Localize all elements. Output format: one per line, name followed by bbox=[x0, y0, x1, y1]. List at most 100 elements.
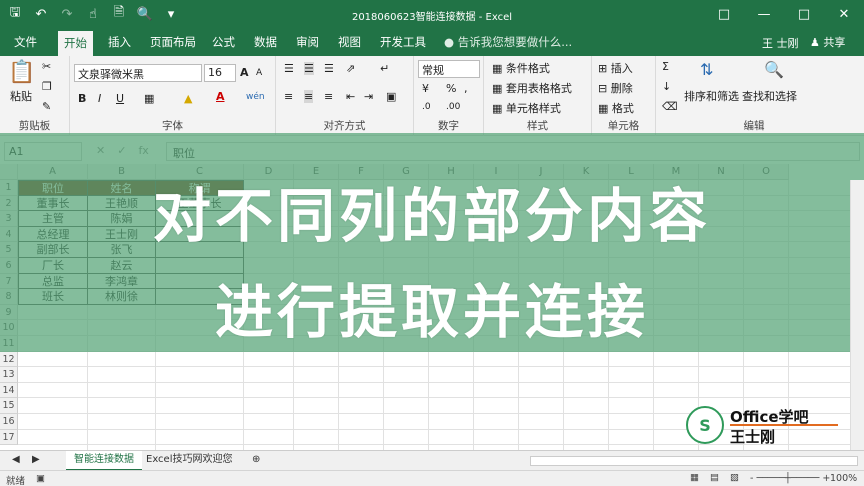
page-break-view-icon[interactable]: ▧ bbox=[730, 472, 739, 483]
row-header-12[interactable]: 12 bbox=[0, 351, 18, 368]
clear-icon[interactable]: ⌫ bbox=[662, 100, 678, 113]
sheet-tab-bar: ◀ ▶ 智能连接数据 Excel技巧网欢迎您 ⊕ bbox=[0, 450, 864, 471]
percent-icon[interactable]: % bbox=[446, 82, 456, 95]
close-icon[interactable]: ✕ bbox=[824, 0, 864, 28]
page-layout-view-icon[interactable]: ▤ bbox=[710, 472, 719, 483]
tab-review[interactable]: 审阅 bbox=[296, 34, 319, 50]
format-cells-button[interactable]: ▦ 格式 bbox=[598, 100, 634, 116]
minimize-icon[interactable]: — bbox=[744, 0, 784, 28]
sort-filter-button[interactable]: 排序和筛选 bbox=[684, 88, 739, 104]
align-center-icon[interactable]: ≡ bbox=[304, 90, 314, 103]
font-name-select[interactable]: 文泉驿微米黑 bbox=[74, 64, 202, 82]
bold-button[interactable]: B bbox=[78, 92, 86, 105]
status-bar: 就绪 ▣ ▦ ▤ ▧ - ─────┼───── + 100% bbox=[0, 470, 864, 486]
number-group: 常规 ¥ % , .0 .00 数字 bbox=[414, 56, 484, 136]
sheet-tab-2[interactable]: Excel技巧网欢迎您 bbox=[138, 451, 241, 471]
tab-formulas[interactable]: 公式 bbox=[212, 34, 235, 50]
format-as-table-button[interactable]: ▦ 套用表格格式 bbox=[492, 80, 572, 96]
grow-font-button[interactable]: A bbox=[240, 66, 249, 79]
macro-record-icon[interactable]: ▣ bbox=[36, 473, 45, 484]
tab-data[interactable]: 数据 bbox=[254, 34, 277, 50]
italic-button[interactable]: I bbox=[98, 92, 101, 105]
styles-group: ▦ 条件格式 ▦ 套用表格格式 ▦ 单元格样式 样式 bbox=[484, 56, 592, 136]
decrease-indent-icon[interactable]: ⇤ bbox=[346, 90, 355, 103]
wrap-text-icon[interactable]: ↵ bbox=[380, 62, 389, 75]
paste-button[interactable]: 粘贴 bbox=[10, 88, 32, 104]
align-middle-icon[interactable]: ☰ bbox=[304, 62, 314, 75]
tab-home[interactable]: 开始 bbox=[58, 31, 93, 56]
tab-insert[interactable]: 插入 bbox=[108, 34, 131, 50]
conditional-format-label: 条件格式 bbox=[505, 62, 550, 75]
normal-view-icon[interactable]: ▦ bbox=[690, 472, 699, 483]
find-select-button[interactable]: 查找和选择 bbox=[742, 88, 797, 104]
align-bottom-icon[interactable]: ☰ bbox=[324, 62, 334, 75]
font-group: 文泉驿微米黑 16 A A B I U ▦ ▲ A wén 字体 bbox=[70, 56, 276, 136]
number-format-select[interactable]: 常规 bbox=[418, 60, 480, 78]
tab-view[interactable]: 视图 bbox=[338, 34, 361, 50]
cell-styles-label: 单元格样式 bbox=[505, 102, 561, 115]
fill-icon[interactable]: ↓ bbox=[662, 80, 671, 93]
orientation-icon[interactable]: ⇗ bbox=[346, 62, 355, 75]
cell-styles-button[interactable]: ▦ 单元格样式 bbox=[492, 100, 561, 116]
tell-me-box[interactable]: ● 告诉我您想要做什么... bbox=[444, 34, 572, 50]
align-top-icon[interactable]: ☰ bbox=[284, 62, 294, 75]
insert-cells-button[interactable]: ⊞ 插入 bbox=[598, 60, 633, 76]
tab-developer[interactable]: 开发工具 bbox=[380, 34, 426, 50]
paste-icon[interactable]: 📋 bbox=[8, 60, 35, 85]
find-select-icon[interactable]: 🔍 bbox=[764, 60, 784, 79]
underline-button[interactable]: U bbox=[116, 92, 124, 105]
format-cells-label: 格式 bbox=[611, 102, 634, 115]
sheet-tab-active[interactable]: 智能连接数据 bbox=[66, 451, 142, 471]
merge-center-icon[interactable]: ▣ bbox=[386, 90, 396, 103]
tab-file[interactable]: 文件 bbox=[14, 34, 37, 50]
tab-page-layout[interactable]: 页面布局 bbox=[150, 34, 196, 50]
insert-cells-icon: ⊞ bbox=[598, 61, 611, 75]
align-right-icon[interactable]: ≡ bbox=[324, 90, 333, 103]
row-header-15[interactable]: 15 bbox=[0, 398, 18, 414]
excel-window: 🖫 ↶ ↷ ☝ 🗎 🔍 ▾ 2018060623智能连接数据 - Excel □… bbox=[0, 0, 864, 486]
share-button[interactable]: ♟ 共享 bbox=[810, 34, 845, 50]
zoom-slider[interactable]: - ─────┼───── + bbox=[750, 473, 830, 484]
conditional-format-button[interactable]: ▦ 条件格式 bbox=[492, 60, 550, 76]
sort-filter-icon[interactable]: ⇅ bbox=[700, 60, 713, 79]
copy-icon[interactable]: ❐ bbox=[42, 80, 52, 93]
increase-indent-icon[interactable]: ⇥ bbox=[364, 90, 373, 103]
user-name[interactable]: 王 士刚 bbox=[762, 35, 799, 51]
vertical-scrollbar[interactable] bbox=[850, 180, 864, 450]
shrink-font-button[interactable]: A bbox=[256, 68, 262, 78]
insert-cells-label: 插入 bbox=[610, 62, 633, 75]
zoom-level[interactable]: 100% bbox=[830, 473, 857, 484]
share-label: 共享 bbox=[823, 36, 846, 49]
cut-icon[interactable]: ✂ bbox=[42, 60, 51, 73]
comma-style-icon[interactable]: , bbox=[464, 82, 468, 95]
ribbon-display-icon[interactable]: □ bbox=[704, 0, 744, 28]
border-icon[interactable]: ▦ bbox=[144, 92, 154, 105]
format-painter-icon[interactable]: ✎ bbox=[42, 100, 51, 113]
row-header-17[interactable]: 17 bbox=[0, 429, 18, 446]
row-header-16[interactable]: 16 bbox=[0, 414, 18, 430]
delete-cells-icon: ⊟ bbox=[598, 81, 611, 95]
format-as-table-label: 套用表格格式 bbox=[505, 82, 572, 95]
cells-label: 单元格 bbox=[607, 120, 640, 132]
row-header-13[interactable]: 13 bbox=[0, 367, 18, 383]
currency-icon[interactable]: ¥ bbox=[422, 82, 429, 95]
add-sheet-icon[interactable]: ⊕ bbox=[244, 451, 268, 471]
row-header-14[interactable]: 14 bbox=[0, 382, 18, 399]
horizontal-scrollbar[interactable] bbox=[530, 456, 858, 466]
delete-cells-button[interactable]: ⊟ 删除 bbox=[598, 80, 633, 96]
align-left-icon[interactable]: ≡ bbox=[284, 90, 293, 103]
autosum-icon[interactable]: Σ bbox=[662, 60, 669, 73]
window-controls: □ — □ ✕ bbox=[704, 0, 864, 28]
status-ready: 就绪 bbox=[6, 476, 26, 486]
decrease-decimal-icon[interactable]: .00 bbox=[446, 102, 460, 112]
font-size-select[interactable]: 16 bbox=[204, 64, 236, 82]
increase-decimal-icon[interactable]: .0 bbox=[422, 102, 431, 112]
maximize-icon[interactable]: □ bbox=[784, 0, 824, 28]
next-sheet-icon[interactable]: ▶ bbox=[24, 451, 48, 471]
phonetic-button[interactable]: wén bbox=[246, 92, 265, 102]
number-label: 数字 bbox=[438, 120, 459, 132]
font-label: 字体 bbox=[162, 120, 183, 132]
conditional-format-icon: ▦ bbox=[492, 61, 506, 75]
font-color-button[interactable]: A bbox=[216, 90, 225, 103]
fill-color-icon[interactable]: ▲ bbox=[184, 92, 192, 105]
